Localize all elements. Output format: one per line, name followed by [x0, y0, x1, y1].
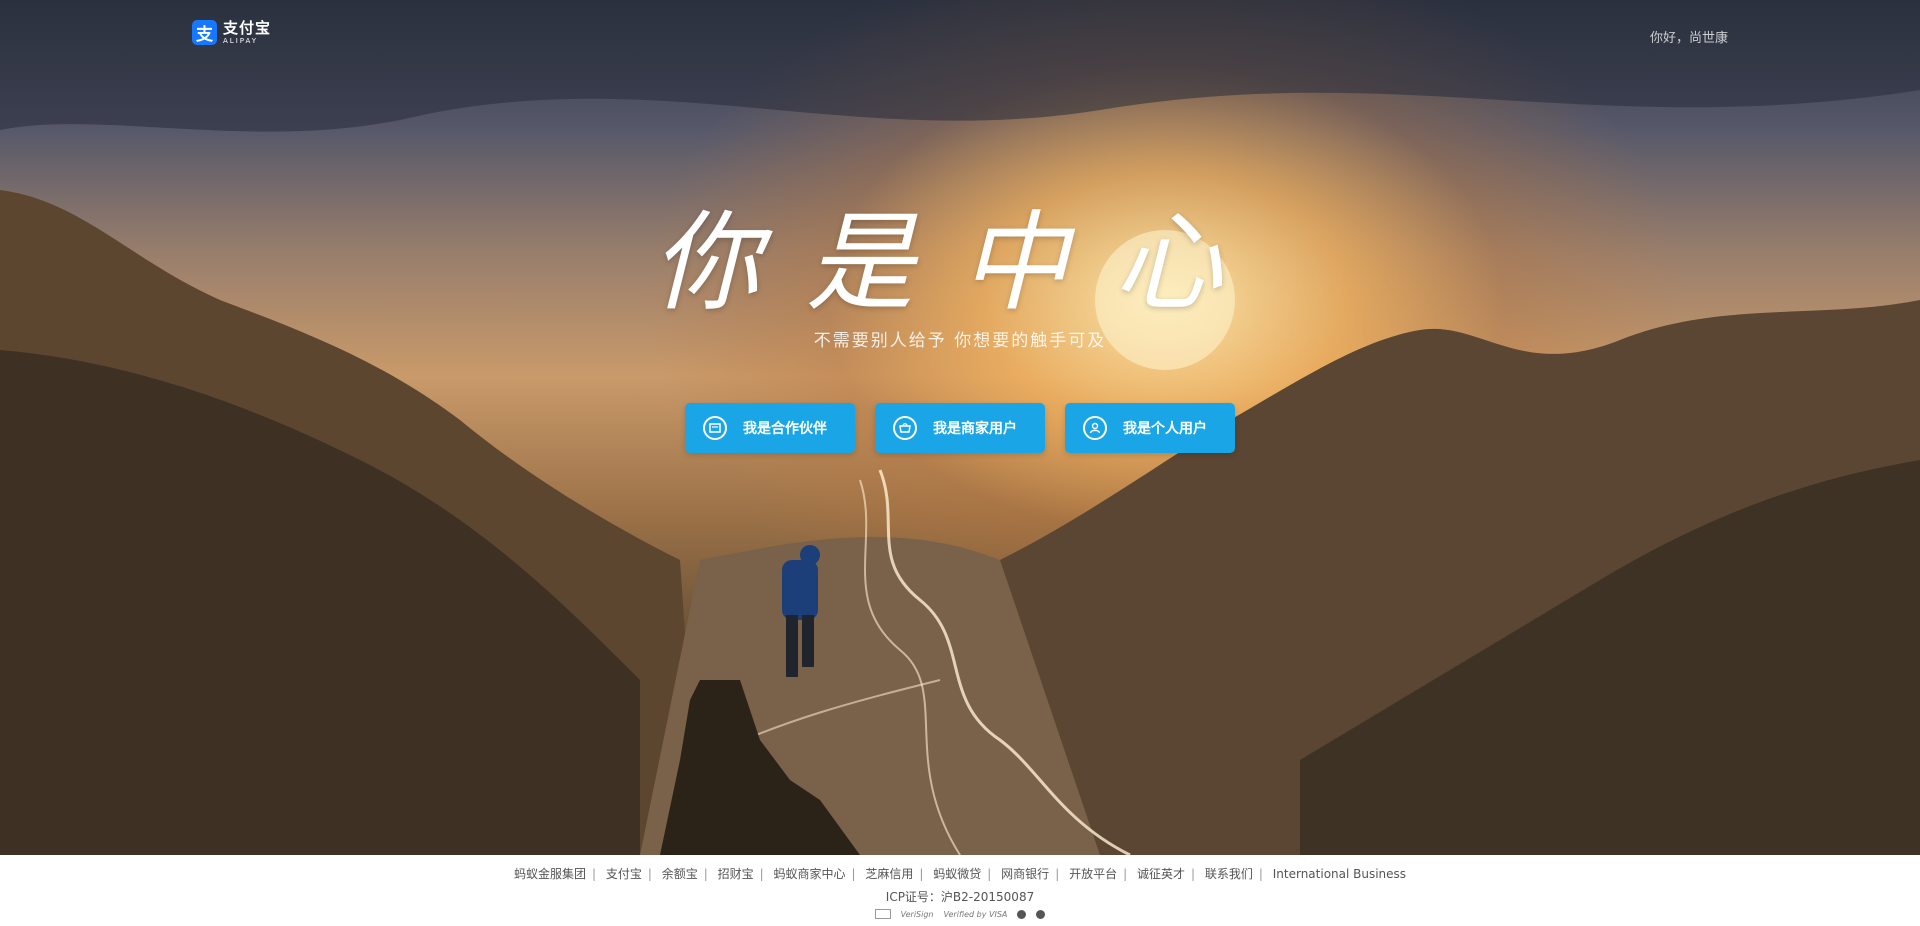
footer-links: 蚂蚁金服集团 | 支付宝 | 余额宝 | 招财宝 | 蚂蚁商家中心 | 芝麻信用 | 蚂蚁微… [513, 867, 1407, 881]
hero-subline: 不需要别人给予 你想要的触手可及 [813, 331, 1107, 351]
footer: 蚂蚁金服集团 | 支付宝 | 余额宝 | 招财宝 | 蚂蚁商家中心 | 芝麻信用 | 蚂蚁微… [0, 855, 1920, 926]
hero-headline: 你是中心 [651, 201, 1268, 326]
user-greeting[interactable]: 你好，尚世康 [1650, 27, 1728, 46]
merchant-icon [893, 416, 917, 440]
logo-cn: 支付宝 [223, 18, 272, 37]
logo-en: ALIPAY [223, 36, 259, 45]
footer-link-merchant-center[interactable]: 蚂蚁商家中心 [774, 867, 846, 881]
footer-link-ant-financial[interactable]: 蚂蚁金服集团 [514, 867, 586, 881]
alipay-logo-icon: 支 [192, 20, 217, 45]
security-badge-icon[interactable] [1017, 909, 1027, 919]
partner-button[interactable]: 我是合作伙伴 [685, 403, 855, 453]
footer-link-alipay[interactable]: 支付宝 [606, 867, 642, 881]
merchant-button-label: 我是商家用户 [933, 421, 1017, 437]
logo-text: 支付宝 ALIPAY [223, 18, 272, 45]
footer-link-zhaocaibao[interactable]: 招财宝 [718, 867, 754, 881]
personal-user-button[interactable]: 我是个人用户 [1065, 403, 1235, 453]
footer-link-micro-loan[interactable]: 蚂蚁微贷 [933, 867, 981, 881]
role-buttons: 我是合作伙伴 我是商家用户 我是个人用户 [685, 403, 1235, 453]
footer-link-yuebao[interactable]: 余额宝 [662, 867, 698, 881]
footer-link-open-platform[interactable]: 开放平台 [1069, 867, 1117, 881]
partner-icon [703, 416, 727, 440]
footer-link-international[interactable]: International Business [1273, 867, 1406, 881]
partner-button-label: 我是合作伙伴 [743, 421, 827, 437]
cert-badge-icon[interactable] [874, 909, 891, 919]
footer-link-contact[interactable]: 联系我们 [1205, 867, 1253, 881]
footer-link-sesame-credit[interactable]: 芝麻信用 [865, 867, 913, 881]
trust-badge-icon[interactable] [1036, 909, 1046, 919]
visa-verified-badge[interactable]: Verified by VISA [944, 910, 1008, 919]
verisign-badge[interactable]: VeriSign [901, 910, 934, 919]
footer-link-mybank[interactable]: 网商银行 [1001, 867, 1049, 881]
merchant-button[interactable]: 我是商家用户 [875, 403, 1045, 453]
icp-license: ICP证号：沪B2-20150087 [885, 890, 1035, 904]
user-icon [1083, 416, 1107, 440]
cert-badges: VeriSign Verified by VISA [0, 909, 1920, 919]
alipay-logo[interactable]: 支 支付宝 ALIPAY [192, 20, 271, 45]
footer-link-careers[interactable]: 诚征英才 [1137, 867, 1185, 881]
personal-user-button-label: 我是个人用户 [1123, 421, 1207, 437]
